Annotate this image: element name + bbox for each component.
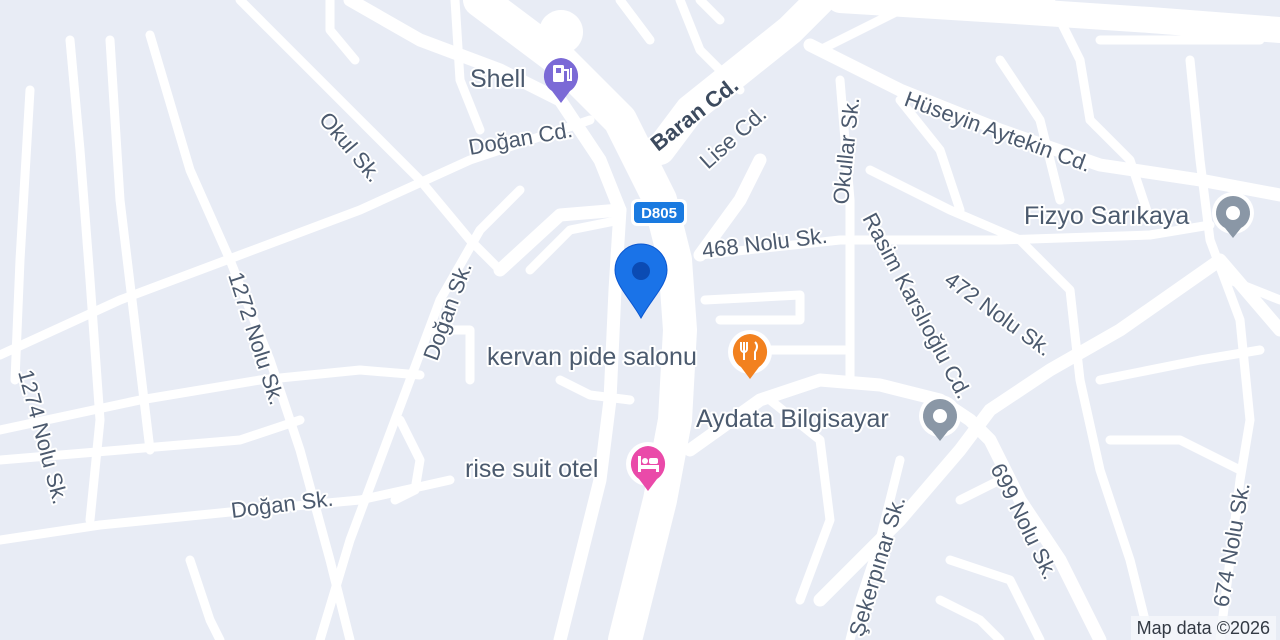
map-canvas[interactable]: Doğan Cd. Okul Sk. Baran Cd. Lise Cd. Ok… (0, 0, 1280, 640)
poi-label-fizyo-sarikaya: Fizyo Sarıkaya (1024, 202, 1189, 230)
poi-label-kervan-pide-salonu: kervan pide salonu (487, 343, 697, 371)
poi-label-aydata-bilgisayar: Aydata Bilgisayar (696, 405, 889, 433)
poi-label-shell: Shell (470, 65, 526, 93)
map-attribution: Map data ©2026 (1130, 616, 1276, 640)
highway-shield-d805: D805 (631, 199, 687, 226)
svg-text:D805: D805 (641, 205, 677, 222)
poi-label-rise-suit-otel: rise suit otel (465, 455, 598, 483)
